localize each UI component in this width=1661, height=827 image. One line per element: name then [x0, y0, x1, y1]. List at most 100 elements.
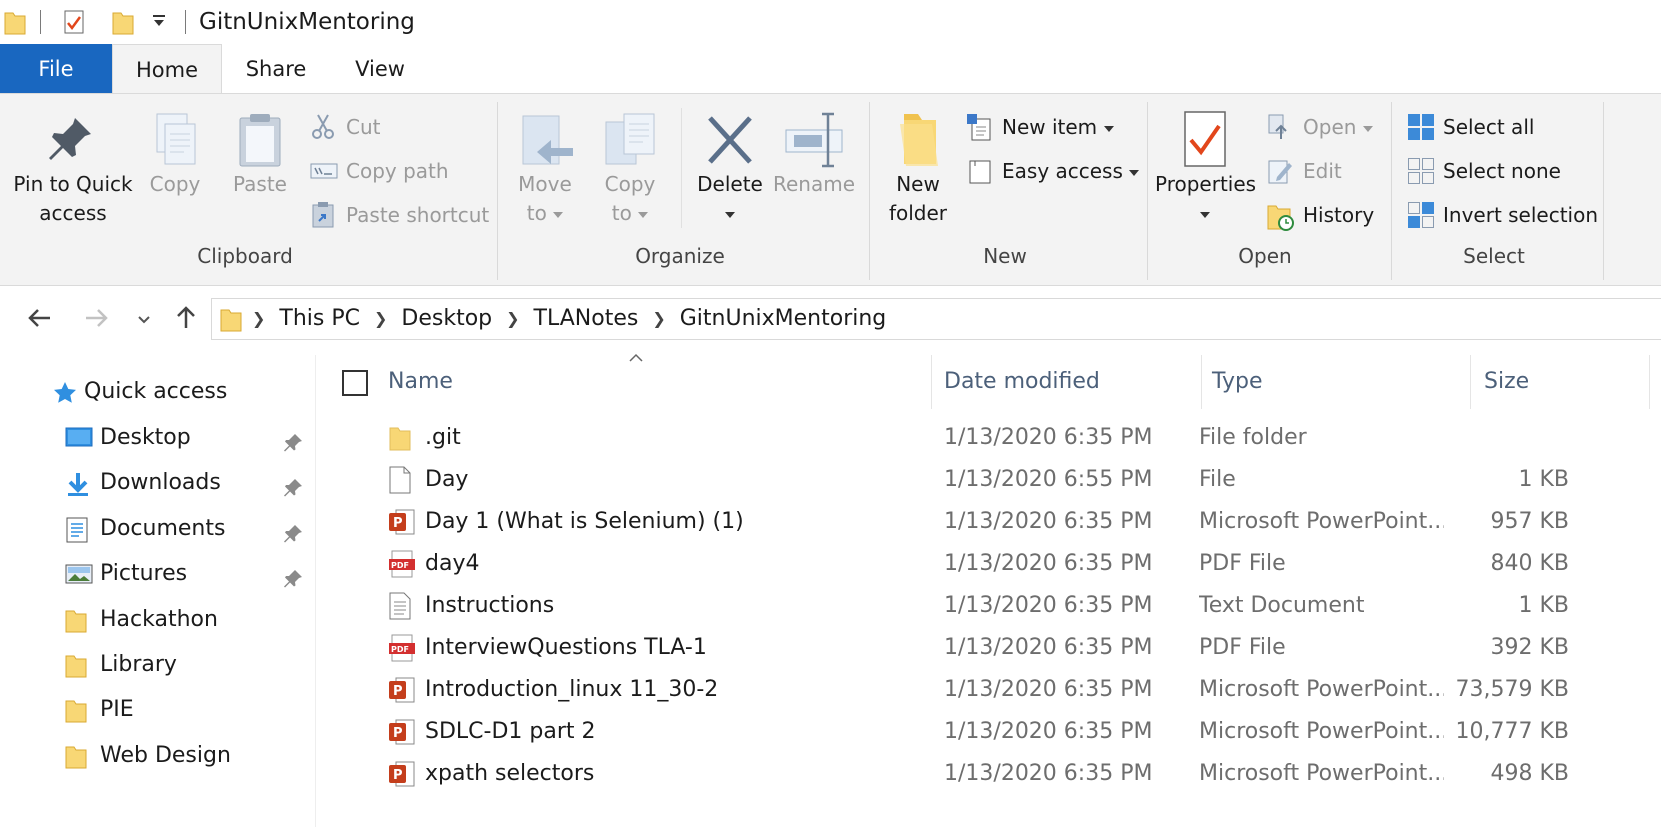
- chevron-right-icon[interactable]: ❯: [652, 299, 665, 339]
- group-separator: [497, 102, 498, 280]
- select-all-label: Select all: [1443, 115, 1535, 139]
- group-separator: [1147, 102, 1148, 280]
- table-row[interactable]: P SDLC-D1 part 2 1/13/2020 6:35 PM Micro…: [316, 711, 1661, 753]
- sidebar-item-label: Documents: [100, 516, 226, 541]
- column-separator[interactable]: [931, 355, 932, 409]
- pin-to-quick-access-button[interactable]: Pin to Quick access: [8, 110, 138, 228]
- chevron-right-icon[interactable]: ❯: [506, 299, 519, 339]
- column-separator[interactable]: [1201, 355, 1202, 409]
- properties-button[interactable]: Properties: [1155, 110, 1257, 228]
- powerpoint-icon: P: [389, 677, 415, 703]
- pdf-icon: PDF: [389, 550, 415, 578]
- folder-icon: [65, 655, 87, 678]
- navigation-pane: Quick access Desktop Downloads Documents…: [0, 355, 316, 827]
- text-file-icon: [389, 592, 411, 620]
- column-separator[interactable]: [1470, 355, 1471, 409]
- rename-icon: [785, 112, 843, 168]
- select-group-label: Select: [1463, 244, 1525, 268]
- table-row[interactable]: P xpath selectors 1/13/2020 6:35 PM Micr…: [316, 753, 1661, 795]
- up-arrow-icon[interactable]: [175, 304, 197, 330]
- pin-icon[interactable]: [284, 568, 304, 588]
- column-header-size[interactable]: Size: [1484, 355, 1529, 409]
- chevron-right-icon[interactable]: ❯: [374, 299, 387, 339]
- properties-dropdown[interactable]: [1155, 199, 1255, 228]
- easy-access-label: Easy access: [1002, 154, 1140, 188]
- table-row[interactable]: Day 1/13/2020 6:55 PM File 1 KB: [316, 459, 1661, 501]
- sidebar-item-label: Desktop: [100, 425, 191, 450]
- file-name: SDLC-D1 part 2: [425, 719, 596, 744]
- file-name: Introduction_linux 11_30-2: [425, 677, 719, 702]
- file-name: Day: [425, 467, 469, 492]
- file-type: Microsoft PowerPoint...: [1199, 719, 1444, 744]
- recent-locations-chevron-icon[interactable]: [137, 315, 151, 325]
- edit-label: Edit: [1303, 159, 1342, 183]
- file-type: Microsoft PowerPoint...: [1199, 761, 1444, 786]
- copy-button[interactable]: Copy: [140, 110, 210, 199]
- delete-label: Delete: [697, 172, 763, 196]
- file-date: 1/13/2020 6:35 PM: [944, 761, 1153, 786]
- move-to-button[interactable]: Move to: [510, 110, 580, 228]
- column-header-date-modified[interactable]: Date modified: [944, 355, 1100, 409]
- file-date: 1/13/2020 6:35 PM: [944, 593, 1153, 618]
- tab-view[interactable]: View: [330, 44, 430, 94]
- column-separator[interactable]: [1649, 355, 1650, 409]
- tab-file[interactable]: File: [0, 44, 112, 94]
- new-item-label: New item: [1002, 110, 1114, 144]
- breadcrumb-gitnunixmentoring[interactable]: GitnUnixMentoring: [680, 299, 887, 339]
- folder-icon: [900, 114, 938, 166]
- forward-arrow-icon[interactable]: [84, 307, 110, 329]
- table-row[interactable]: Instructions 1/13/2020 6:35 PM Text Docu…: [316, 585, 1661, 627]
- new-folder-quick-icon[interactable]: [112, 9, 134, 35]
- paste-icon: [239, 114, 281, 167]
- properties-quick-icon[interactable]: [63, 9, 87, 35]
- paste-button[interactable]: Paste: [220, 110, 300, 199]
- table-row[interactable]: PDF day4 1/13/2020 6:35 PM PDF File 840 …: [316, 543, 1661, 585]
- paste-shortcut-label: Paste shortcut: [346, 203, 490, 227]
- tab-home[interactable]: Home: [112, 44, 222, 95]
- address-bar[interactable]: ❯ This PC ❯ Desktop ❯ TLANotes ❯ GitnUni…: [211, 298, 1661, 340]
- folder-icon: [65, 700, 87, 723]
- easy-access-icon: [969, 160, 991, 184]
- documents-icon: [66, 517, 88, 543]
- column-header-name[interactable]: Name: [388, 355, 453, 409]
- properties-label: Properties: [1155, 172, 1257, 196]
- sidebar-item-label: Web Design: [100, 743, 231, 768]
- navigation-row: ❯ This PC ❯ Desktop ❯ TLANotes ❯ GitnUni…: [0, 287, 1661, 355]
- copy-to-label: Copy: [604, 172, 656, 196]
- tab-share[interactable]: Share: [226, 44, 326, 94]
- group-separator: [1391, 102, 1392, 280]
- breadcrumb-desktop[interactable]: Desktop: [401, 299, 492, 339]
- delete-button[interactable]: Delete: [690, 110, 770, 228]
- rename-button[interactable]: Rename: [772, 110, 856, 199]
- file-name: xpath selectors: [425, 761, 595, 786]
- select-all-checkbox[interactable]: [342, 370, 368, 396]
- sidebar-item-label: Downloads: [100, 470, 221, 495]
- delete-dropdown[interactable]: [690, 199, 770, 228]
- open-group-label: Open: [1238, 244, 1292, 268]
- breadcrumb-this-pc[interactable]: This PC: [279, 299, 360, 339]
- pin-icon[interactable]: [284, 523, 304, 543]
- copy-path-icon: [310, 163, 338, 179]
- new-folder-button[interactable]: New folder: [880, 110, 956, 228]
- rename-label: Rename: [772, 172, 856, 196]
- table-row[interactable]: P Day 1 (What is Selenium) (1) 1/13/2020…: [316, 501, 1661, 543]
- table-row[interactable]: .git 1/13/2020 6:35 PM File folder: [316, 417, 1661, 459]
- table-row[interactable]: P Introduction_linux 11_30-2 1/13/2020 6…: [316, 669, 1661, 711]
- downloads-icon: [68, 473, 88, 496]
- breadcrumb-tlanotes[interactable]: TLANotes: [534, 299, 639, 339]
- copy-to-button[interactable]: Copy to: [595, 110, 665, 228]
- clipboard-group-label: Clipboard: [197, 244, 293, 268]
- scissors-icon: [312, 114, 334, 139]
- new-folder-label-line1: New: [896, 172, 940, 196]
- select-none-label: Select none: [1443, 159, 1561, 183]
- copy-to-icon: [605, 113, 655, 165]
- copy-label: Copy: [149, 172, 201, 196]
- table-row[interactable]: PDF InterviewQuestions TLA-1 1/13/2020 6…: [316, 627, 1661, 669]
- customize-toolbar-icon[interactable]: [152, 14, 166, 28]
- pin-icon[interactable]: [284, 432, 304, 452]
- pin-icon[interactable]: [284, 477, 304, 497]
- file-date: 1/13/2020 6:35 PM: [944, 677, 1153, 702]
- back-arrow-icon[interactable]: [26, 307, 52, 329]
- file-size: 1 KB: [1518, 467, 1569, 492]
- column-header-type[interactable]: Type: [1212, 355, 1263, 409]
